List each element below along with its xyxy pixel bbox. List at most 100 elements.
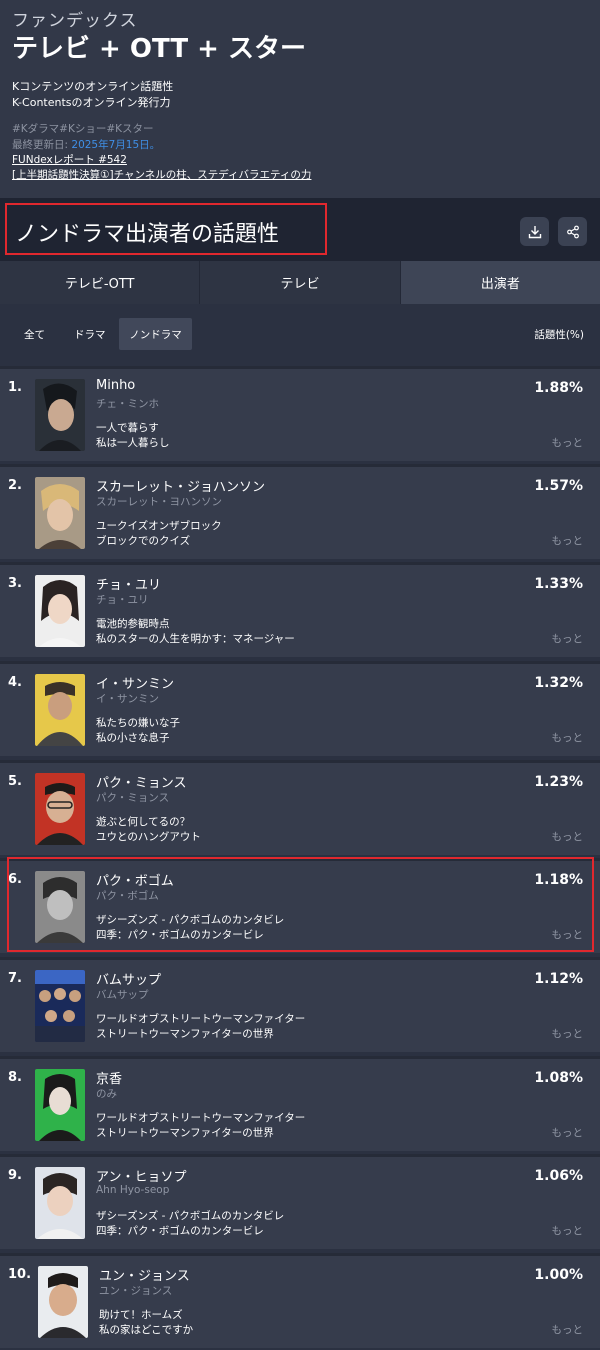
page-header: ファンデックス テレビ + OTT + スター Kコンテンツのオンライン話題性 …: [0, 0, 600, 198]
download-button[interactable]: [520, 217, 549, 246]
section-title-highlight: ノンドラマ出演者の話題性: [5, 203, 327, 255]
performer-name: パク・ミョンス: [96, 776, 187, 791]
avatar: [35, 1069, 85, 1141]
tab-tv[interactable]: テレビ: [200, 261, 401, 304]
more-link[interactable]: もっと: [552, 730, 584, 745]
more-link[interactable]: もっと: [552, 829, 584, 844]
report-subtitle-link[interactable]: [上半期話題性決算①]チャンネルの柱、ステディバラエティの力: [12, 167, 311, 182]
performer-subname: パク・ミョンス: [96, 792, 170, 804]
performer-name: パク・ボゴム: [96, 874, 174, 889]
filter-all[interactable]: 全て: [16, 318, 53, 350]
program-title: ザシーズンズ - パクボゴムのカンタビレ: [96, 1210, 285, 1222]
last-updated: 最終更新日: 2025年7月15日。: [12, 137, 160, 152]
more-link[interactable]: もっと: [552, 1026, 584, 1041]
program-title: 私たちの嫌いな子: [96, 717, 180, 729]
buzz-percentage: 1.33%: [534, 576, 583, 592]
tab-performers[interactable]: 出演者: [400, 261, 600, 304]
list-item[interactable]: 9. アン・ヒョソプ Ahn Hyo-seop ザシーズンズ - パクボゴムのカ…: [0, 1154, 600, 1249]
more-link[interactable]: もっと: [552, 927, 584, 942]
performer-subname: ユン・ジョンス: [99, 1285, 173, 1297]
performer-name: アン・ヒョソプ: [96, 1170, 187, 1185]
program-title: 助けて！ホームズ: [99, 1309, 183, 1321]
report-link[interactable]: FUNdexレポート #542: [12, 152, 127, 167]
program-title: ワールドオブストリートウーマンファイター: [96, 1112, 306, 1124]
performer-subname: パク・ボゴム: [96, 890, 159, 902]
performer-subname: チョ・ユリ: [96, 594, 149, 606]
filter-drama[interactable]: ドラマ: [66, 318, 114, 350]
share-icon: [566, 225, 579, 238]
program-title-alt: 四季：パク・ボゴムのカンタービレ: [96, 1225, 264, 1237]
avatar: [35, 575, 85, 647]
more-link[interactable]: もっと: [552, 1322, 584, 1337]
program-title-alt: 私の家はどこですか: [99, 1324, 194, 1336]
section-title: ノンドラマ出演者の話題性: [15, 222, 280, 247]
program-title-alt: 私は一人暮らし: [96, 437, 170, 449]
performer-name: Minho: [96, 378, 136, 393]
description-line-1: Kコンテンツのオンライン話題性: [12, 80, 174, 93]
performer-name: 京香: [96, 1072, 123, 1087]
performer-name: チョ・ユリ: [96, 578, 162, 593]
program-title: 遊ぶと何してるの？: [96, 816, 191, 828]
performer-name: ユン・ジョンス: [99, 1269, 190, 1284]
page-title: テレビ + OTT + スター: [12, 34, 306, 64]
program-title-alt: ユウとのハングアウト: [96, 831, 201, 843]
buzz-percentage: 1.00%: [534, 1267, 583, 1283]
list-item[interactable]: 10. ユン・ジョンス ユン・ジョンス 助けて！ホームズ 私の家はどこですか 1…: [0, 1253, 600, 1348]
rank-number: 3.: [8, 576, 22, 591]
performer-name: バムサップ: [96, 973, 162, 988]
tab-tv-ott[interactable]: テレビ-OTT: [0, 261, 201, 304]
more-link[interactable]: もっと: [552, 435, 584, 450]
buzz-percentage: 1.18%: [534, 872, 583, 888]
rank-number: 5.: [8, 774, 22, 789]
program-title-alt: 私のスターの人生を明かす：マネージャー: [96, 633, 295, 645]
buzz-percentage: 1.08%: [534, 1070, 583, 1086]
rank-number: 7.: [8, 971, 22, 986]
list-item[interactable]: 4. イ・サンミン イ・サンミン 私たちの嫌いな子 私の小さな息子 1.32% …: [0, 661, 600, 756]
list-item[interactable]: 5. パク・ミョンス パク・ミョンス 遊ぶと何してるの？ ユウとのハングアウト …: [0, 760, 600, 855]
performer-subname: チェ・ミンホ: [96, 398, 159, 410]
performer-subname: Ahn Hyo-seop: [96, 1184, 170, 1196]
description-line-2: K-Contentsのオンライン発行力: [12, 96, 171, 109]
list-item[interactable]: 8. 京香 のみ ワールドオブストリートウーマンファイター ストリートウーマンフ…: [0, 1056, 600, 1151]
program-title: ザシーズンズ - パクボゴムのカンタビレ: [96, 914, 285, 926]
buzz-percentage: 1.57%: [534, 478, 583, 494]
list-item[interactable]: 6. パク・ボゴム パク・ボゴム ザシーズンズ - パクボゴムのカンタビレ 四季…: [0, 858, 600, 953]
filter-nondrama[interactable]: ノンドラマ: [119, 318, 192, 350]
more-link[interactable]: もっと: [552, 1125, 584, 1140]
more-link[interactable]: もっと: [552, 631, 584, 646]
performer-subname: イ・サンミン: [96, 693, 159, 705]
more-link[interactable]: もっと: [552, 533, 584, 548]
buzz-column-header: 話題性(%): [534, 329, 584, 341]
performer-subname: のみ: [96, 1088, 117, 1100]
list-item[interactable]: 3. チョ・ユリ チョ・ユリ 電池的参観時点 私のスターの人生を明かす：マネージ…: [0, 562, 600, 657]
share-button[interactable]: [558, 217, 587, 246]
program-title-alt: 四季：パク・ボゴムのカンタービレ: [96, 929, 264, 941]
buzz-percentage: 1.32%: [534, 675, 583, 691]
avatar: [38, 1266, 88, 1338]
avatar: [35, 477, 85, 549]
rank-number: 8.: [8, 1070, 22, 1085]
program-title: ワールドオブストリートウーマンファイター: [96, 1013, 306, 1025]
avatar: [35, 674, 85, 746]
list-item[interactable]: 7. バムサップ バムサップ ワールドオブストリートウーマンファイター ストリー…: [0, 957, 600, 1052]
avatar: [35, 773, 85, 845]
rank-number: 1.: [8, 380, 22, 395]
performer-subname: バムサップ: [96, 989, 149, 1001]
avatar: [35, 1167, 85, 1239]
rank-number: 4.: [8, 675, 22, 690]
avatar: [35, 970, 85, 1042]
program-title-alt: ストリートウーマンファイターの世界: [96, 1028, 274, 1040]
buzz-percentage: 1.88%: [534, 380, 583, 396]
filter-row: 全て ドラマ ノンドラマ 話題性(%): [0, 304, 600, 366]
hashtags: #Kダラマ#Kショー#Kスター: [12, 123, 154, 135]
list-item[interactable]: 1. Minho チェ・ミンホ 一人で暮らす 私は一人暮らし 1.88% もっと: [0, 366, 600, 461]
list-item[interactable]: 2. スカーレット・ジョハンソン スカーレット・ヨハンソン ユークイズオンザブロ…: [0, 464, 600, 559]
download-icon: [528, 225, 541, 238]
program-title-alt: ブロックでのクイズ: [96, 535, 191, 547]
more-link[interactable]: もっと: [552, 1223, 584, 1238]
avatar: [35, 871, 85, 943]
program-title: 電池的参観時点: [96, 618, 170, 630]
avatar: [35, 379, 85, 451]
buzz-percentage: 1.06%: [534, 1168, 583, 1184]
program-title-alt: ストリートウーマンファイターの世界: [96, 1127, 274, 1139]
